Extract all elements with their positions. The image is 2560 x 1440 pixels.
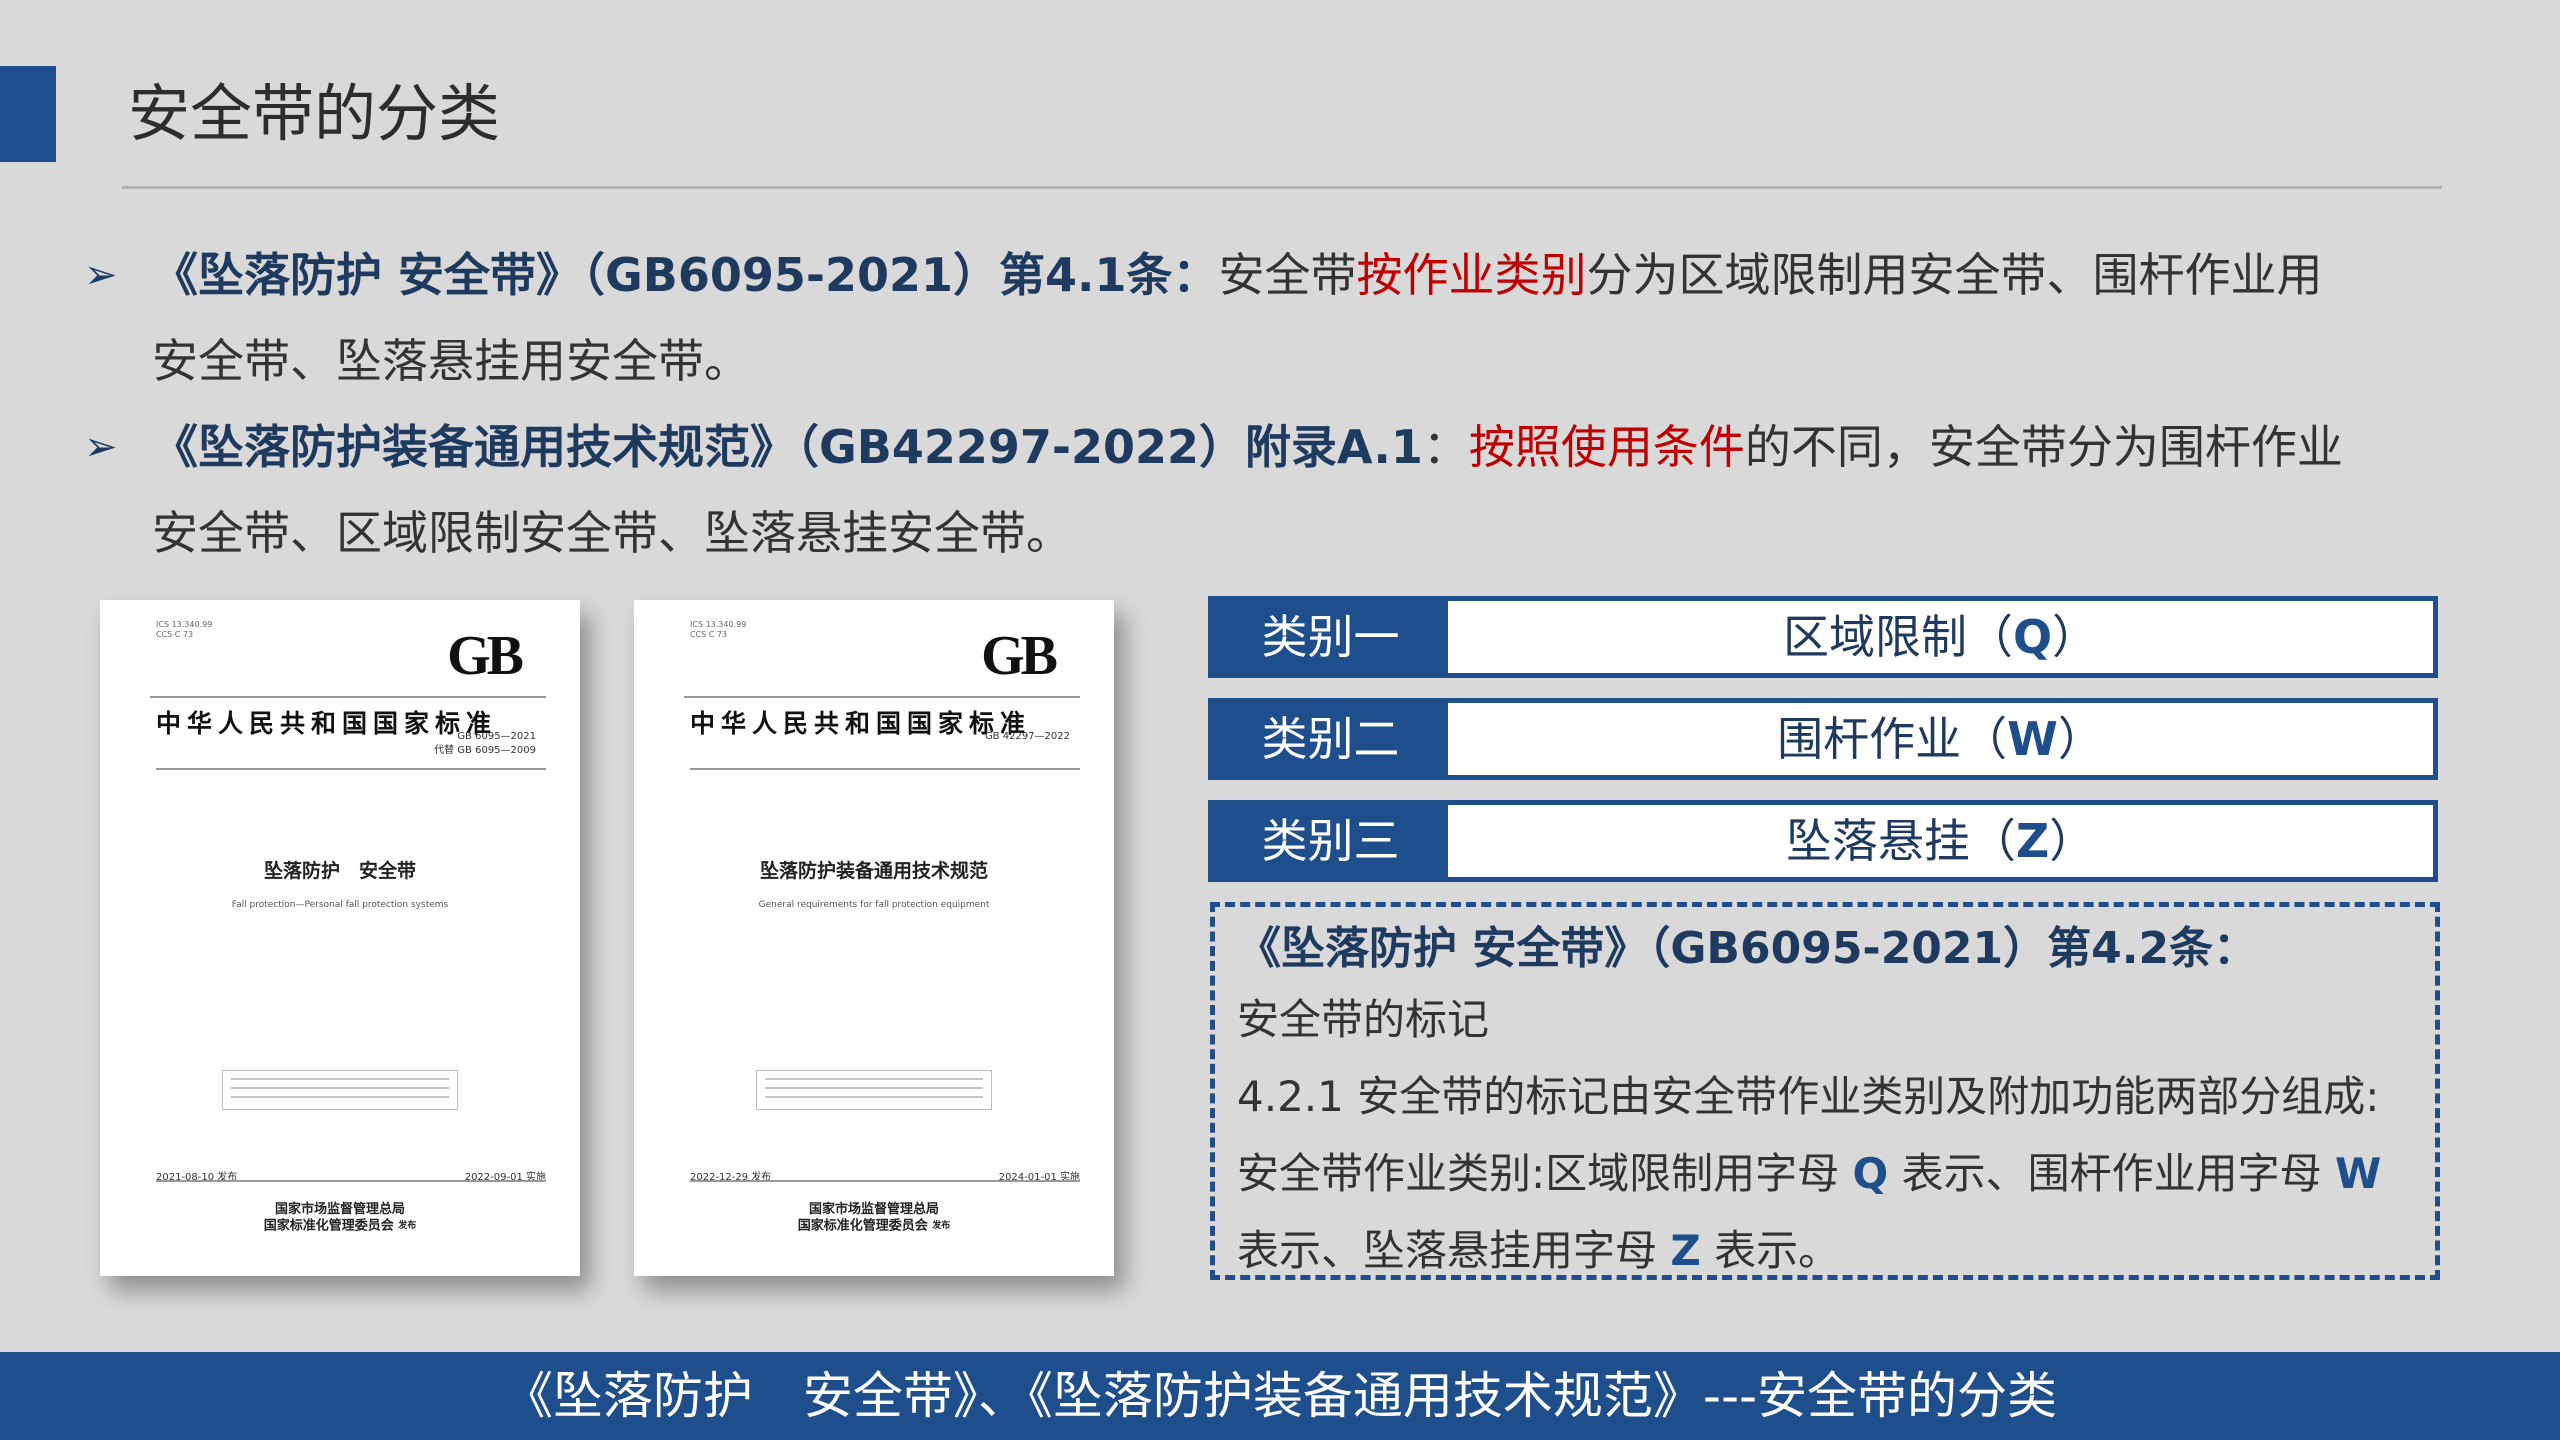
category-value: 坠落悬挂（Z） (1785, 814, 2096, 868)
bullet-text: 安全带 (1218, 248, 1357, 302)
arrow-bullet-icon: ➢ (84, 424, 118, 470)
doc-number: GB 42297—2022 (984, 731, 1070, 742)
note-line: 安全带作业类别:区域限制用字母 Q 表示、围杆作业用字母 W (1237, 1149, 2382, 1198)
doc-notice-box (222, 1070, 458, 1110)
category-label: 类别一 (1213, 601, 1448, 673)
doc-divider (156, 1180, 546, 1182)
bullet-reference: 《坠落防护 安全带》（GB6095-2021）第4.1条： (152, 248, 1219, 302)
category-code: Q (2012, 610, 2053, 664)
category-code: W (2007, 712, 2058, 766)
doc-divider (690, 768, 1080, 770)
document-cover-gb42297: ICS 13.340.99 CCS C 73 GB 中华人民共和国国家标准 GB … (634, 600, 1114, 1276)
doc-replaces: 代替 GB 6095—2009 (434, 745, 536, 756)
doc-ics: ICS 13.340.99 (690, 620, 747, 629)
bullet-text: 分为区域限制用安全带、围杆作业用 (1586, 248, 2323, 302)
category-code: Z (2015, 814, 2050, 868)
marking-note-box: 《坠落防护 安全带》（GB6095-2021）第4.2条： 安全带的标记 4.2… (1210, 902, 2440, 1280)
bullet-continuation: 安全带、坠落悬挂用安全带。 (152, 334, 750, 388)
doc-divider (690, 1180, 1080, 1182)
gb-logo: GB (447, 625, 524, 687)
note-line: 表示、坠落悬挂用字母 Z 表示。 (1237, 1226, 1841, 1275)
doc-ccs: CCS C 73 (690, 630, 728, 639)
bullet-gb42297: ➢ 《坠落防护装备通用技术规范》（GB42297-2022）附录A.1：按照使用… (84, 404, 2414, 576)
title-accent-bar (0, 66, 56, 162)
bullet-gb6095: ➢ 《坠落防护 安全带》（GB6095-2021）第4.1条：安全带按作业类别分… (84, 232, 2414, 404)
doc-issuer: 国家市场监督管理总局 国家标准化管理委员会 发布 (263, 1202, 417, 1234)
bullet-text: 的不同，安全带分为围杆作业 (1744, 420, 2343, 474)
title-divider (122, 186, 2442, 189)
doc-divider (150, 696, 546, 698)
doc-notice-box (756, 1070, 992, 1110)
category-value: 围杆作业（W） (1777, 712, 2104, 766)
doc-name: 坠落防护 安全带 (263, 860, 416, 882)
bullet-highlight: 按作业类别 (1356, 248, 1587, 302)
doc-ccs: CCS C 73 (156, 630, 194, 639)
bullet-separator: ： (1422, 420, 1469, 474)
bullet-reference: 《坠落防护装备通用技术规范》（GB42297-2022）附录A.1 (152, 420, 1423, 474)
bullet-continuation: 安全带、区域限制安全带、坠落悬挂安全带。 (152, 506, 1072, 560)
category-label: 类别三 (1213, 805, 1448, 877)
doc-divider (684, 696, 1080, 698)
doc-divider (156, 768, 546, 770)
doc-ics: ICS 13.340.99 (156, 620, 213, 629)
footer-caption: 《坠落防护 安全带》、《坠落防护装备通用技术规范》---安全带的分类 (0, 1352, 2560, 1440)
doc-name: 坠落防护装备通用技术规范 (759, 860, 988, 882)
doc-issuer: 国家市场监督管理总局 国家标准化管理委员会 发布 (797, 1202, 951, 1234)
document-cover-gb6095: ICS 13.340.99 CCS C 73 GB 中华人民共和国国家标准 GB … (100, 600, 580, 1276)
doc-name-en: General requirements for fall protection… (758, 900, 990, 910)
note-line: 安全带的标记 (1237, 995, 1490, 1044)
arrow-bullet-icon: ➢ (84, 252, 118, 298)
bullet-highlight: 按照使用条件 (1468, 420, 1745, 474)
category-row-q: 类别一 区域限制（Q） (1208, 596, 2438, 678)
category-row-z: 类别三 坠落悬挂（Z） (1208, 800, 2438, 882)
doc-number: GB 6095—2021 (457, 731, 536, 742)
doc-name-en: Fall protection—Personal fall protection… (231, 900, 449, 910)
gb-logo: GB (981, 625, 1058, 687)
category-label: 类别二 (1213, 703, 1448, 775)
note-line: 4.2.1 安全带的标记由安全带作业类别及附加功能两部分组成: (1237, 1072, 2380, 1121)
page-title: 安全带的分类 (128, 77, 501, 150)
note-heading: 《坠落防护 安全带》（GB6095-2021）第4.2条： (1237, 923, 2258, 974)
doc-standard-title: 中华人民共和国国家标准 (690, 709, 1032, 738)
category-row-w: 类别二 围杆作业（W） (1208, 698, 2438, 780)
category-value: 区域限制（Q） (1782, 610, 2099, 664)
